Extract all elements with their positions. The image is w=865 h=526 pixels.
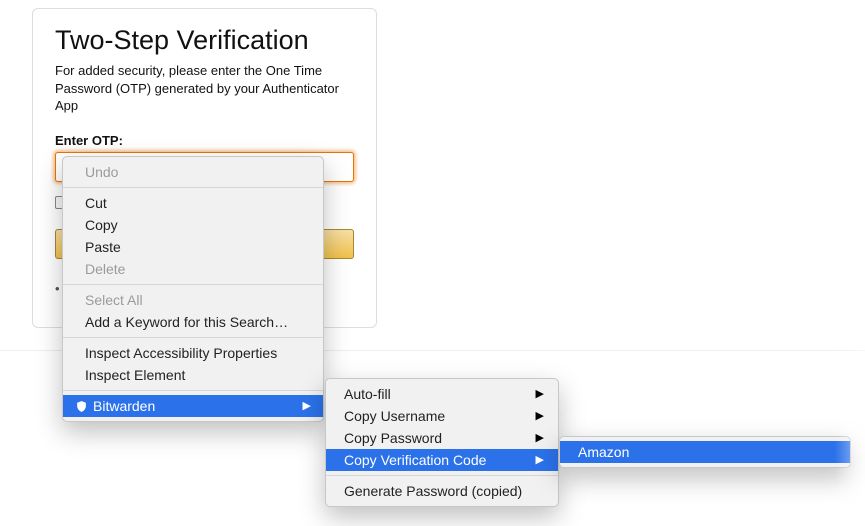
account-amazon-label: Amazon xyxy=(578,443,629,461)
submenu-copy-password-label: Copy Password xyxy=(344,429,442,447)
menu-separator xyxy=(63,337,323,338)
copy-code-submenu[interactable]: Amazon xyxy=(559,436,851,468)
menu-undo[interactable]: Undo xyxy=(63,161,323,183)
menu-separator xyxy=(326,475,558,476)
submenu-copy-username-label: Copy Username xyxy=(344,407,445,425)
chevron-right-icon: ▶ xyxy=(536,451,544,469)
submenu-copy-password[interactable]: Copy Password ▶ xyxy=(326,427,558,449)
context-menu[interactable]: Undo Cut Copy Paste Delete Select All Ad… xyxy=(62,156,324,422)
submenu-copy-verification-code-label: Copy Verification Code xyxy=(344,451,486,469)
chevron-right-icon: ▶ xyxy=(536,429,544,447)
menu-add-keyword[interactable]: Add a Keyword for this Search… xyxy=(63,311,323,333)
otp-label: Enter OTP: xyxy=(55,133,354,148)
menu-separator xyxy=(63,187,323,188)
page-title: Two-Step Verification xyxy=(55,25,354,56)
menu-separator xyxy=(63,284,323,285)
menu-bitwarden-label: Bitwarden xyxy=(93,397,155,415)
account-amazon[interactable]: Amazon xyxy=(560,441,850,463)
menu-inspect-element[interactable]: Inspect Element xyxy=(63,364,323,386)
submenu-autofill[interactable]: Auto-fill ▶ xyxy=(326,383,558,405)
menu-cut[interactable]: Cut xyxy=(63,192,323,214)
menu-separator xyxy=(63,390,323,391)
menu-delete[interactable]: Delete xyxy=(63,258,323,280)
submenu-copy-verification-code[interactable]: Copy Verification Code ▶ xyxy=(326,449,558,471)
menu-paste[interactable]: Paste xyxy=(63,236,323,258)
chevron-right-icon: ▶ xyxy=(536,385,544,403)
chevron-right-icon: ▶ xyxy=(536,407,544,425)
submenu-copy-username[interactable]: Copy Username ▶ xyxy=(326,405,558,427)
submenu-generate-password-label: Generate Password (copied) xyxy=(344,482,522,500)
menu-inspect-accessibility[interactable]: Inspect Accessibility Properties xyxy=(63,342,323,364)
page-description: For added security, please enter the One… xyxy=(55,62,354,115)
menu-bitwarden[interactable]: Bitwarden ▶ xyxy=(63,395,323,417)
shield-icon xyxy=(75,399,88,414)
submenu-generate-password[interactable]: Generate Password (copied) xyxy=(326,480,558,502)
menu-copy[interactable]: Copy xyxy=(63,214,323,236)
menu-select-all[interactable]: Select All xyxy=(63,289,323,311)
chevron-right-icon: ▶ xyxy=(303,397,311,415)
bitwarden-submenu[interactable]: Auto-fill ▶ Copy Username ▶ Copy Passwor… xyxy=(325,378,559,507)
submenu-autofill-label: Auto-fill xyxy=(344,385,391,403)
